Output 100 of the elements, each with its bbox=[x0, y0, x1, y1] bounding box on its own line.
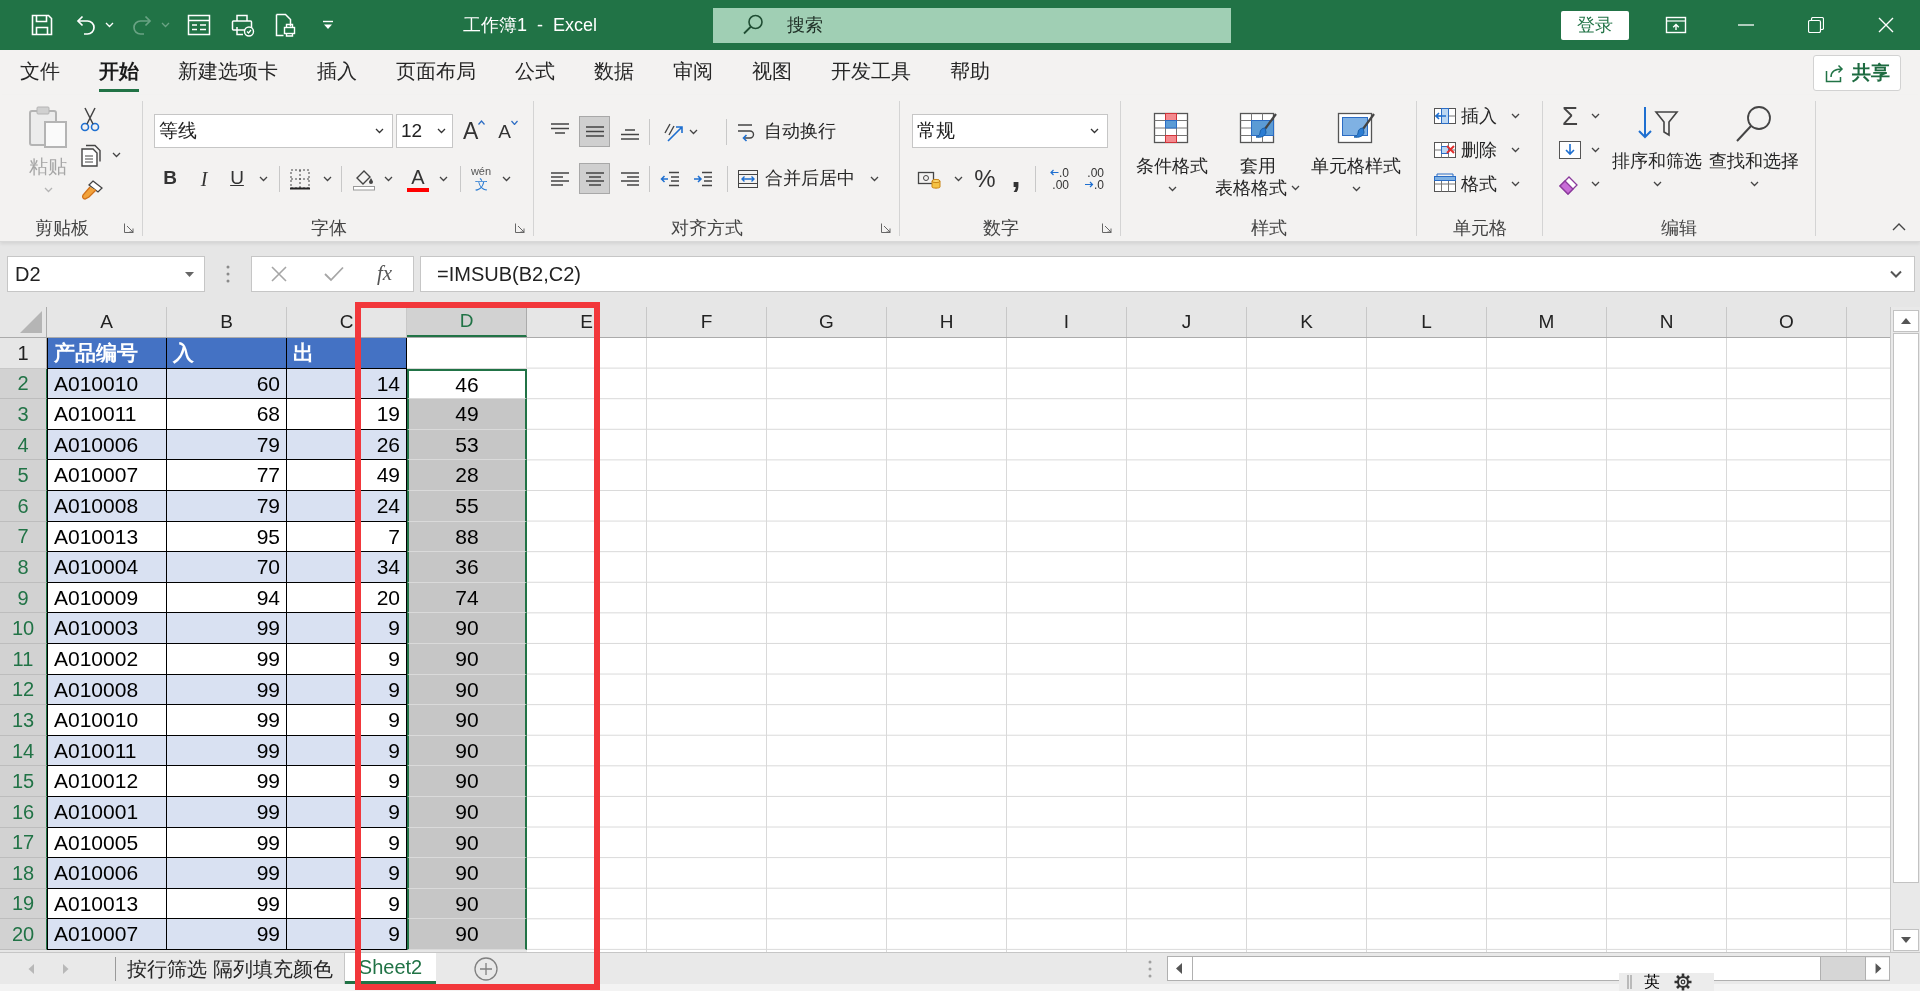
ribbon-tab[interactable]: 插入 bbox=[317, 50, 357, 92]
drag-handle-icon[interactable] bbox=[1627, 975, 1632, 989]
chevron-down-icon[interactable] bbox=[1591, 181, 1600, 187]
chevron-down-icon[interactable] bbox=[1090, 128, 1099, 134]
input-mode-label[interactable]: 英 bbox=[1644, 973, 1660, 991]
chevron-down-icon[interactable] bbox=[1591, 147, 1600, 153]
autosum-button[interactable]: Σ bbox=[1558, 101, 1582, 131]
column-header[interactable]: K bbox=[1247, 307, 1367, 337]
decrease-decimal-button[interactable]: .00 .0 bbox=[1078, 166, 1104, 191]
column-header[interactable]: G bbox=[767, 307, 887, 337]
row-header[interactable]: 10 bbox=[0, 613, 47, 644]
row-header[interactable]: 3 bbox=[0, 399, 47, 430]
chevron-down-icon[interactable] bbox=[689, 128, 698, 135]
dialog-launcher-icon[interactable] bbox=[514, 222, 526, 234]
splitter-handle-icon[interactable] bbox=[226, 265, 230, 283]
chevron-down-icon[interactable] bbox=[1351, 186, 1361, 192]
chevron-down-icon[interactable] bbox=[1652, 181, 1662, 187]
row-header[interactable]: 16 bbox=[0, 796, 47, 828]
ribbon-tab[interactable]: 开发工具 bbox=[831, 50, 911, 92]
insert-function-button[interactable]: fx bbox=[377, 258, 393, 290]
column-header[interactable]: N bbox=[1607, 307, 1727, 337]
document-printer-icon[interactable] bbox=[274, 13, 296, 37]
printer-check-icon[interactable] bbox=[231, 13, 255, 37]
ribbon-tab[interactable]: 新建选项卡 bbox=[178, 50, 278, 92]
wrap-text-button[interactable]: 自动换行 bbox=[736, 118, 836, 145]
check-icon[interactable] bbox=[324, 266, 344, 282]
comma-style-button[interactable]: , bbox=[1009, 163, 1023, 194]
vertical-scrollbar[interactable] bbox=[1890, 307, 1920, 952]
column-header[interactable]: H bbox=[887, 307, 1007, 337]
bold-button[interactable]: B bbox=[157, 163, 183, 194]
ribbon-tab[interactable]: 开始 bbox=[99, 50, 139, 92]
phonetic-guide-button[interactable]: wén 文 bbox=[469, 166, 493, 191]
style-button[interactable]: 单元格样式 bbox=[1311, 108, 1401, 192]
chevron-down-icon[interactable] bbox=[375, 128, 384, 134]
font-color-button[interactable]: A bbox=[407, 165, 429, 192]
number-format-dropdown[interactable]: 常规 bbox=[912, 114, 1108, 148]
paintbrush-icon[interactable] bbox=[80, 179, 104, 203]
chevron-down-icon[interactable] bbox=[1291, 185, 1300, 191]
splitter-handle-icon[interactable] bbox=[1148, 959, 1152, 978]
chevron-down-icon[interactable] bbox=[384, 175, 393, 182]
column-header[interactable]: E bbox=[527, 307, 647, 337]
chevron-down-icon[interactable] bbox=[1511, 113, 1520, 119]
column-header[interactable]: L bbox=[1367, 307, 1487, 337]
formula-input[interactable]: =IMSUB(B2,C2) bbox=[420, 256, 1915, 292]
italic-button[interactable]: I bbox=[191, 163, 217, 194]
dialog-launcher-icon[interactable] bbox=[123, 222, 135, 234]
cells-button[interactable]: 删除 bbox=[1433, 136, 1520, 164]
row-header[interactable]: 14 bbox=[0, 735, 47, 767]
chevron-down-icon[interactable] bbox=[1749, 181, 1759, 187]
chevron-down-icon[interactable] bbox=[870, 175, 879, 182]
ribbon-tab[interactable]: 数据 bbox=[594, 50, 634, 92]
sheet-tab[interactable]: Sheet2 bbox=[345, 953, 436, 984]
ribbon-display-icon[interactable] bbox=[1665, 15, 1687, 35]
column-header[interactable]: O bbox=[1727, 307, 1847, 337]
chevron-down-icon[interactable] bbox=[259, 175, 268, 182]
row-header[interactable]: 13 bbox=[0, 705, 47, 736]
increase-decimal-button[interactable]: .0 .00 bbox=[1043, 166, 1069, 191]
chevron-down-icon[interactable] bbox=[112, 152, 121, 158]
sort-filter-button[interactable]: 排序和筛选 bbox=[1612, 95, 1702, 187]
ribbon-tab[interactable]: 帮助 bbox=[950, 50, 990, 92]
underline-button[interactable]: U bbox=[224, 163, 250, 194]
row-header[interactable]: 19 bbox=[0, 888, 47, 920]
scroll-right-icon[interactable] bbox=[1865, 957, 1889, 980]
cells-button[interactable]: 插入 bbox=[1433, 102, 1520, 130]
search-field[interactable]: 搜索 bbox=[713, 7, 1231, 43]
chevron-down-icon[interactable] bbox=[323, 175, 332, 182]
chevron-down-icon[interactable] bbox=[439, 175, 448, 182]
scroll-left-icon[interactable] bbox=[1168, 957, 1192, 980]
column-header[interactable]: F bbox=[647, 307, 767, 337]
row-header[interactable]: 1 bbox=[0, 338, 47, 369]
column-header[interactable]: J bbox=[1127, 307, 1247, 337]
decrease-indent-icon[interactable] bbox=[660, 169, 680, 188]
customize-toolbar-icon[interactable] bbox=[322, 20, 334, 30]
add-sheet-icon[interactable] bbox=[474, 956, 498, 981]
row-header[interactable]: 20 bbox=[0, 919, 47, 950]
borders-icon[interactable] bbox=[289, 167, 311, 190]
row-header[interactable]: 12 bbox=[0, 674, 47, 706]
share-button[interactable]: 共享 bbox=[1813, 55, 1901, 91]
ribbon-tab[interactable]: 公式 bbox=[515, 50, 555, 92]
column-header[interactable]: M bbox=[1487, 307, 1607, 337]
column-header[interactable]: D bbox=[407, 307, 527, 337]
row-header[interactable]: 2 bbox=[0, 368, 47, 400]
alignment-button[interactable] bbox=[579, 116, 610, 147]
row-header[interactable]: 17 bbox=[0, 827, 47, 859]
row-header[interactable]: 11 bbox=[0, 643, 47, 675]
scissors-icon[interactable] bbox=[80, 106, 100, 132]
sign-in-button[interactable]: 登录 bbox=[1561, 10, 1629, 40]
style-button[interactable]: 条件格式 bbox=[1136, 108, 1208, 192]
row-header[interactable]: 4 bbox=[0, 429, 47, 461]
fill-down-icon[interactable] bbox=[1558, 139, 1582, 161]
column-header[interactable]: A bbox=[47, 307, 167, 337]
name-box[interactable]: D2 bbox=[7, 256, 205, 292]
row-header[interactable]: 8 bbox=[0, 552, 47, 583]
font-size-dropdown[interactable]: 12 bbox=[396, 114, 453, 148]
shrink-font-button[interactable]: A bbox=[498, 117, 519, 145]
chevron-down-icon[interactable] bbox=[1511, 147, 1520, 153]
restore-icon[interactable] bbox=[1808, 17, 1824, 33]
column-header[interactable]: B bbox=[167, 307, 287, 337]
row-header[interactable]: 5 bbox=[0, 460, 47, 491]
ribbon-tab[interactable]: 页面布局 bbox=[396, 50, 476, 92]
